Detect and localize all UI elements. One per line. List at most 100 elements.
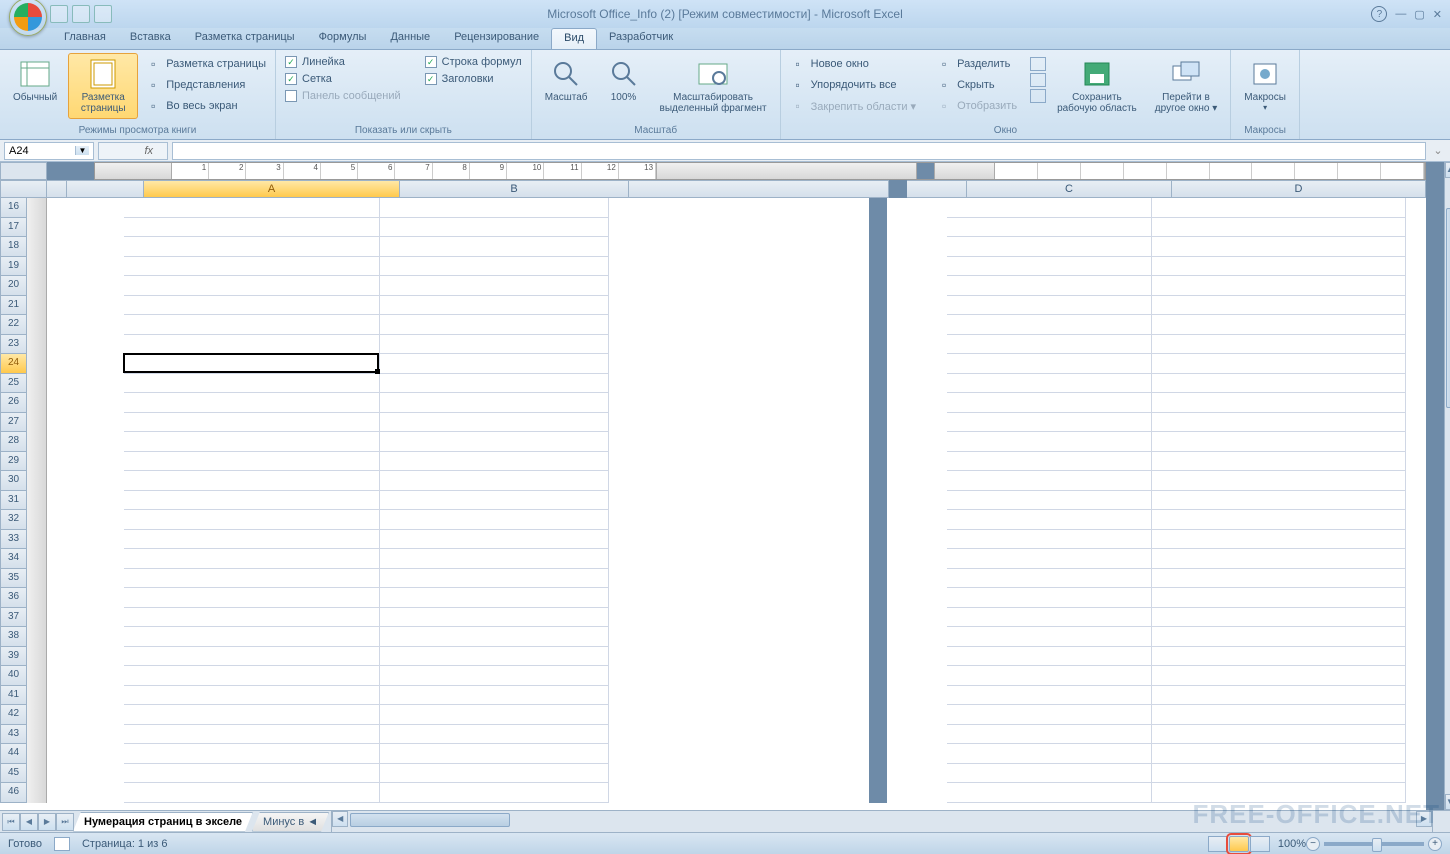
cell-C16[interactable] — [947, 198, 1152, 218]
cell-D40[interactable] — [1152, 666, 1406, 686]
cell-C20[interactable] — [947, 276, 1152, 296]
cell-A45[interactable] — [124, 764, 380, 784]
cell-B39[interactable] — [380, 647, 609, 667]
cell-C21[interactable] — [947, 296, 1152, 316]
row-header-35[interactable]: 35 — [0, 569, 27, 589]
cell-A42[interactable] — [124, 705, 380, 725]
cell-B32[interactable] — [380, 510, 609, 530]
scroll-left-icon[interactable]: ◀ — [332, 811, 348, 827]
cell-A44[interactable] — [124, 744, 380, 764]
tab-Формулы[interactable]: Формулы — [307, 28, 379, 49]
cell-A43[interactable] — [124, 725, 380, 745]
maximize-icon[interactable]: ▢ — [1414, 8, 1424, 21]
row-header-22[interactable]: 22 — [0, 315, 27, 335]
cell-D16[interactable] — [1152, 198, 1406, 218]
cell-C46[interactable] — [947, 783, 1152, 803]
formula-input[interactable] — [172, 142, 1426, 160]
row-header-17[interactable]: 17 — [0, 218, 27, 238]
cell-B38[interactable] — [380, 627, 609, 647]
help-icon[interactable]: ? — [1371, 6, 1387, 22]
zoom-selection-button[interactable]: Масштабировать выделенный фрагмент — [653, 53, 774, 119]
row-header-21[interactable]: 21 — [0, 296, 27, 316]
cell-D18[interactable] — [1152, 237, 1406, 257]
row-header-34[interactable]: 34 — [0, 549, 27, 569]
row-header-25[interactable]: 25 — [0, 374, 27, 394]
cell-A23[interactable] — [124, 335, 380, 355]
cell-C35[interactable] — [947, 569, 1152, 589]
cell-C30[interactable] — [947, 471, 1152, 491]
cell-C43[interactable] — [947, 725, 1152, 745]
row-header-30[interactable]: 30 — [0, 471, 27, 491]
cell-D36[interactable] — [1152, 588, 1406, 608]
cell-B20[interactable] — [380, 276, 609, 296]
cell-B37[interactable] — [380, 608, 609, 628]
cell-B35[interactable] — [380, 569, 609, 589]
row-header-27[interactable]: 27 — [0, 413, 27, 433]
col-header-C[interactable]: C — [967, 180, 1172, 198]
cell-A32[interactable] — [124, 510, 380, 530]
horizontal-ruler[interactable]: 12345678910111213 — [94, 162, 1426, 180]
close-icon[interactable]: ✕ — [1433, 8, 1442, 21]
save-workspace-button[interactable]: Сохранить рабочую область — [1050, 53, 1144, 119]
horizontal-scrollbar[interactable]: ◀ ▶ — [331, 811, 1432, 832]
row-header-33[interactable]: 33 — [0, 530, 27, 550]
name-box[interactable]: A24 ▼ — [4, 142, 94, 160]
cell-B19[interactable] — [380, 257, 609, 277]
tab-Главная[interactable]: Главная — [52, 28, 118, 49]
cell-C32[interactable] — [947, 510, 1152, 530]
win-item-Разделить[interactable]: ▫Разделить — [933, 55, 1020, 73]
cell-D28[interactable] — [1152, 432, 1406, 452]
row-header-41[interactable]: 41 — [0, 686, 27, 706]
tab-Разметка страницы[interactable]: Разметка страницы — [183, 28, 307, 49]
cell-B30[interactable] — [380, 471, 609, 491]
cell-C29[interactable] — [947, 452, 1152, 472]
scroll-up-icon[interactable]: ▲ — [1445, 162, 1450, 178]
row-header-24[interactable]: 24 — [0, 354, 27, 374]
row-header-45[interactable]: 45 — [0, 764, 27, 784]
vertical-scrollbar[interactable]: ▲ ▼ — [1444, 162, 1450, 810]
cell-B42[interactable] — [380, 705, 609, 725]
cell-B41[interactable] — [380, 686, 609, 706]
row-header-43[interactable]: 43 — [0, 725, 27, 745]
sheet-tab[interactable]: Минус в ◄ — [252, 812, 329, 832]
cell-C24[interactable] — [947, 354, 1152, 374]
cell-D41[interactable] — [1152, 686, 1406, 706]
check-Панель сообщений[interactable]: Панель сообщений — [282, 89, 404, 103]
zoom-in-icon[interactable]: + — [1428, 837, 1442, 851]
cell-A38[interactable] — [124, 627, 380, 647]
cell-A17[interactable] — [124, 218, 380, 238]
cell-A31[interactable] — [124, 491, 380, 511]
cell-B34[interactable] — [380, 549, 609, 569]
cell-C27[interactable] — [947, 413, 1152, 433]
row-header-31[interactable]: 31 — [0, 491, 27, 511]
cell-C38[interactable] — [947, 627, 1152, 647]
cell-A22[interactable] — [124, 315, 380, 335]
cell-C19[interactable] — [947, 257, 1152, 277]
cell-B23[interactable] — [380, 335, 609, 355]
cell-A35[interactable] — [124, 569, 380, 589]
cell-A41[interactable] — [124, 686, 380, 706]
row-header-20[interactable]: 20 — [0, 276, 27, 296]
check-Заголовки[interactable]: Заголовки — [422, 72, 525, 86]
cell-D29[interactable] — [1152, 452, 1406, 472]
scroll-down-icon[interactable]: ▼ — [1445, 794, 1450, 810]
cell-A33[interactable] — [124, 530, 380, 550]
tab-nav-last-icon[interactable]: ⏭ — [56, 813, 74, 831]
cell-D44[interactable] — [1152, 744, 1406, 764]
view-page-break-icon[interactable] — [1250, 836, 1270, 852]
cell-B31[interactable] — [380, 491, 609, 511]
view-normal-button[interactable]: Обычный — [6, 53, 64, 108]
row-header-16[interactable]: 16 — [0, 198, 27, 218]
sheet-tab[interactable]: Нумерация страниц в экселе — [73, 812, 253, 832]
tab-Вид[interactable]: Вид — [551, 28, 597, 49]
cell-B46[interactable] — [380, 783, 609, 803]
cell-C41[interactable] — [947, 686, 1152, 706]
cell-C17[interactable] — [947, 218, 1152, 238]
qat-save-icon[interactable] — [50, 5, 68, 23]
row-header-38[interactable]: 38 — [0, 627, 27, 647]
row-header-37[interactable]: 37 — [0, 608, 27, 628]
row-header-32[interactable]: 32 — [0, 510, 27, 530]
qat-undo-icon[interactable] — [72, 5, 90, 23]
win-item-Скрыть[interactable]: ▫Скрыть — [933, 76, 1020, 94]
cell-D21[interactable] — [1152, 296, 1406, 316]
